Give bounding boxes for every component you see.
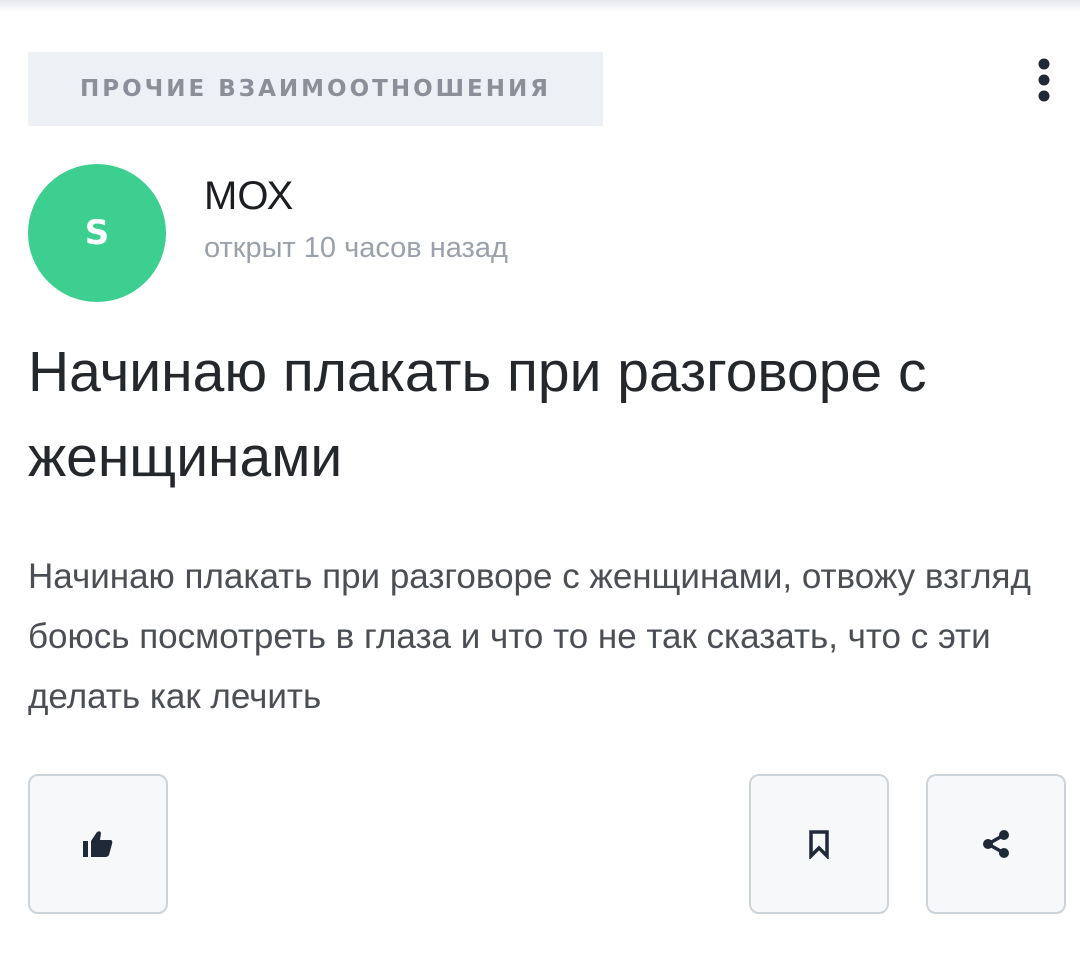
more-options-button[interactable] <box>1026 54 1062 106</box>
post-timestamp: открыт 10 часов назад <box>204 232 508 264</box>
author-name[interactable]: МОХ <box>204 172 293 220</box>
like-button[interactable] <box>28 774 168 914</box>
avatar[interactable]: S <box>28 164 166 302</box>
thumbs-up-icon <box>83 831 113 857</box>
top-edge-shadow <box>0 0 1080 12</box>
category-tag[interactable]: ПРОЧИЕ ВЗАИМООТНОШЕНИЯ <box>28 52 603 126</box>
post-title: Начинаю плакать при разговоре с женщинам… <box>28 340 927 489</box>
more-vertical-icon <box>1038 58 1050 102</box>
bookmark-button[interactable] <box>749 774 889 914</box>
bookmark-icon <box>809 830 829 859</box>
share-button[interactable] <box>926 774 1066 914</box>
share-icon <box>983 830 1009 858</box>
avatar-letter: S <box>84 213 110 253</box>
category-label: ПРОЧИЕ ВЗАИМООТНОШЕНИЯ <box>80 76 551 102</box>
post-body: Начинаю плакать при разговоре с женщинам… <box>28 557 1031 716</box>
question-page: ПРОЧИЕ ВЗАИМООТНОШЕНИЯ S МОХ открыт 10 ч… <box>0 0 1080 980</box>
